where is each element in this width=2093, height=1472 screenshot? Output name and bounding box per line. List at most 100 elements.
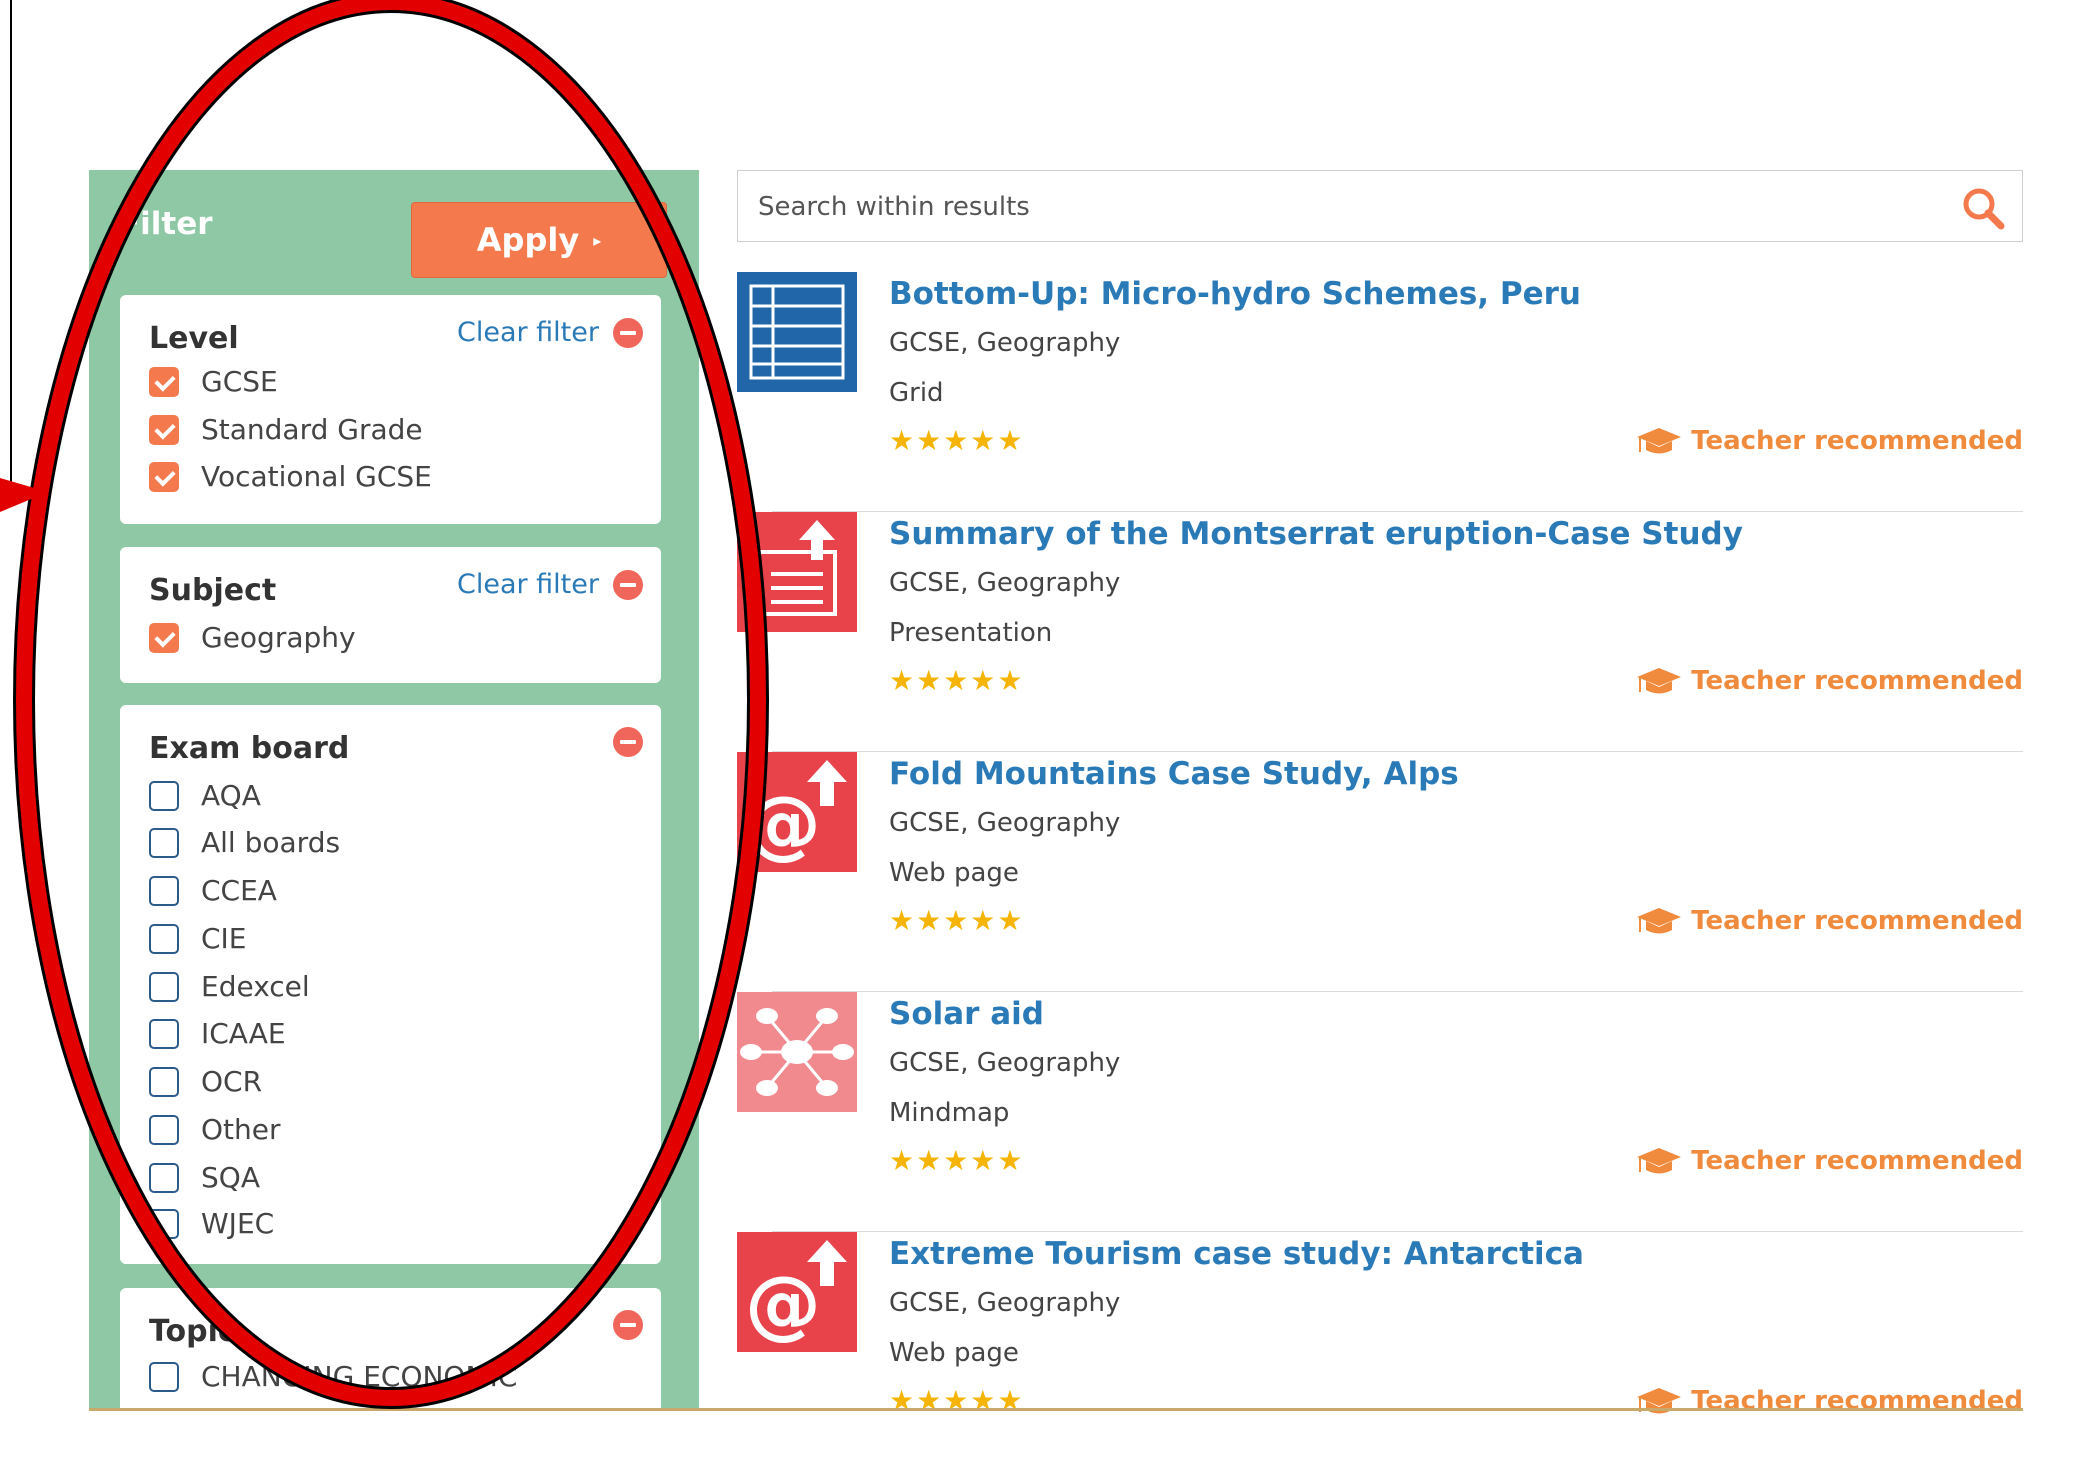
option-label: OCR: [201, 1065, 263, 1098]
topic-option-changing-economic[interactable]: CHANGING ECONOMIC: [149, 1360, 517, 1393]
checkbox-checked[interactable]: [149, 461, 179, 492]
annotation-frame: [0, 0, 12, 488]
graduation-cap-icon: [1637, 668, 1682, 694]
subject-clear-filter-button[interactable]: Clear filter: [457, 569, 643, 600]
teacher-recommended-badge: Teacher recommended: [1637, 906, 2023, 936]
option-label: All boards: [201, 826, 341, 859]
exam-option-wjec[interactable]: WJEC: [149, 1207, 274, 1240]
checkbox-checked[interactable]: [149, 622, 179, 653]
grid-doc-icon[interactable]: [737, 272, 857, 392]
teacher-recommended-badge: Teacher recommended: [1637, 1146, 2023, 1176]
option-label: Geography: [201, 621, 356, 654]
teacher-recommended-badge: Teacher recommended: [1637, 1386, 2023, 1416]
collapse-minus-icon[interactable]: [613, 727, 643, 757]
topic-heading: Topic: [149, 1314, 236, 1349]
checkbox-checked[interactable]: [149, 366, 179, 397]
result-type: Web page: [889, 1338, 1019, 1368]
presentation-icon[interactable]: [737, 512, 857, 632]
teacher-recommended-badge: Teacher recommended: [1637, 666, 2023, 696]
checkbox[interactable]: [149, 875, 179, 906]
checkbox[interactable]: [149, 827, 179, 858]
option-label: CCEA: [201, 874, 277, 907]
graduation-cap-icon: [1637, 1388, 1682, 1414]
checkbox[interactable]: [149, 1208, 179, 1239]
svg-text:@: @: [745, 779, 821, 868]
option-label: Other: [201, 1113, 281, 1146]
exam-board-heading: Exam board: [149, 731, 350, 766]
exam-option-aqa[interactable]: AQA: [149, 779, 261, 812]
option-label: CHANGING ECONOMIC: [201, 1360, 518, 1393]
checkbox[interactable]: [149, 780, 179, 811]
checkbox[interactable]: [149, 1162, 179, 1193]
result-title-link[interactable]: Fold Mountains Case Study, Alps: [889, 756, 1459, 792]
option-label: Edexcel: [201, 970, 310, 1003]
web-page-icon[interactable]: @: [737, 752, 857, 872]
checkbox[interactable]: [149, 1066, 179, 1097]
result-item: @ Fold Mountains Case Study, Alps GCSE, …: [737, 752, 2023, 992]
result-title-link[interactable]: Bottom-Up: Micro-hydro Schemes, Peru: [889, 276, 1581, 312]
option-label: Standard Grade: [201, 413, 423, 446]
result-title-link[interactable]: Solar aid: [889, 996, 1044, 1032]
teacher-recommended-label: Teacher recommended: [1691, 426, 2023, 456]
result-title-link[interactable]: Summary of the Montserrat eruption-Case …: [889, 516, 1743, 552]
checkbox[interactable]: [149, 1361, 179, 1392]
result-item: Solar aid GCSE, Geography Mindmap ★★★★★ …: [737, 992, 2023, 1232]
checkbox[interactable]: [149, 971, 179, 1002]
graduation-cap-icon: [1637, 428, 1682, 454]
result-item: @ Extreme Tourism case study: Antarctica…: [737, 1232, 2023, 1472]
checkbox[interactable]: [149, 923, 179, 954]
result-type: Mindmap: [889, 1098, 1010, 1128]
star-rating: ★★★★★: [889, 904, 1025, 937]
result-item: Summary of the Montserrat eruption-Case …: [737, 512, 2023, 752]
collapse-minus-icon[interactable]: [613, 1310, 643, 1340]
option-label: ICAAE: [201, 1017, 286, 1050]
topic-filter-box: Topic CHANGING ECONOMIC: [120, 1288, 661, 1428]
exam-option-ccea[interactable]: CCEA: [149, 874, 277, 907]
exam-option-icaae[interactable]: ICAAE: [149, 1017, 286, 1050]
level-clear-filter-button[interactable]: Clear filter: [457, 317, 643, 348]
minus-circle-icon: [613, 317, 643, 348]
option-label: WJEC: [201, 1207, 275, 1240]
mindmap-icon[interactable]: [737, 992, 857, 1112]
filter-title: Filter: [119, 206, 213, 242]
result-title-link[interactable]: Extreme Tourism case study: Antarctica: [889, 1236, 1584, 1272]
subject-option-geography[interactable]: Geography: [149, 621, 356, 654]
search-bar: [737, 170, 2023, 243]
minus-circle-icon: [613, 569, 643, 600]
teacher-recommended-label: Teacher recommended: [1691, 666, 2023, 696]
search-input[interactable]: [756, 171, 1910, 243]
result-meta: GCSE, Geography: [889, 808, 1121, 838]
exam-option-cie[interactable]: CIE: [149, 922, 247, 955]
subject-heading: Subject: [149, 573, 277, 608]
search-icon[interactable]: [1960, 185, 2006, 231]
subject-filter-box: Subject Clear filter Geography: [120, 547, 661, 683]
exam-option-ocr[interactable]: OCR: [149, 1065, 262, 1098]
clear-filter-label: Clear filter: [456, 569, 599, 600]
level-option-standard-grade[interactable]: Standard Grade: [149, 413, 423, 446]
level-option-gcse[interactable]: GCSE: [149, 365, 278, 398]
exam-option-all-boards[interactable]: All boards: [149, 826, 340, 859]
option-label: AQA: [201, 779, 261, 812]
checkbox[interactable]: [149, 1018, 179, 1049]
clear-filter-label: Clear filter: [456, 317, 599, 348]
option-label: CIE: [201, 922, 247, 955]
apply-button[interactable]: Apply ▸: [411, 202, 667, 278]
checkbox[interactable]: [149, 1114, 179, 1145]
result-meta: GCSE, Geography: [889, 1048, 1121, 1078]
star-rating: ★★★★★: [889, 424, 1025, 457]
web-page-icon[interactable]: @: [737, 1232, 857, 1352]
checkbox-checked[interactable]: [149, 414, 179, 445]
teacher-recommended-badge: Teacher recommended: [1637, 426, 2023, 456]
star-rating: ★★★★★: [889, 1144, 1025, 1177]
level-option-vocational-gcse[interactable]: Vocational GCSE: [149, 460, 432, 493]
exam-option-sqa[interactable]: SQA: [149, 1161, 260, 1194]
teacher-recommended-label: Teacher recommended: [1691, 906, 2023, 936]
result-meta: GCSE, Geography: [889, 568, 1121, 598]
star-rating: ★★★★★: [889, 664, 1025, 697]
graduation-cap-icon: [1637, 1148, 1682, 1174]
result-item: Bottom-Up: Micro-hydro Schemes, Peru GCS…: [737, 272, 2023, 512]
svg-text:@: @: [745, 1259, 821, 1348]
exam-option-edexcel[interactable]: Edexcel: [149, 970, 310, 1003]
exam-option-other[interactable]: Other: [149, 1113, 281, 1146]
teacher-recommended-label: Teacher recommended: [1691, 1386, 2023, 1416]
